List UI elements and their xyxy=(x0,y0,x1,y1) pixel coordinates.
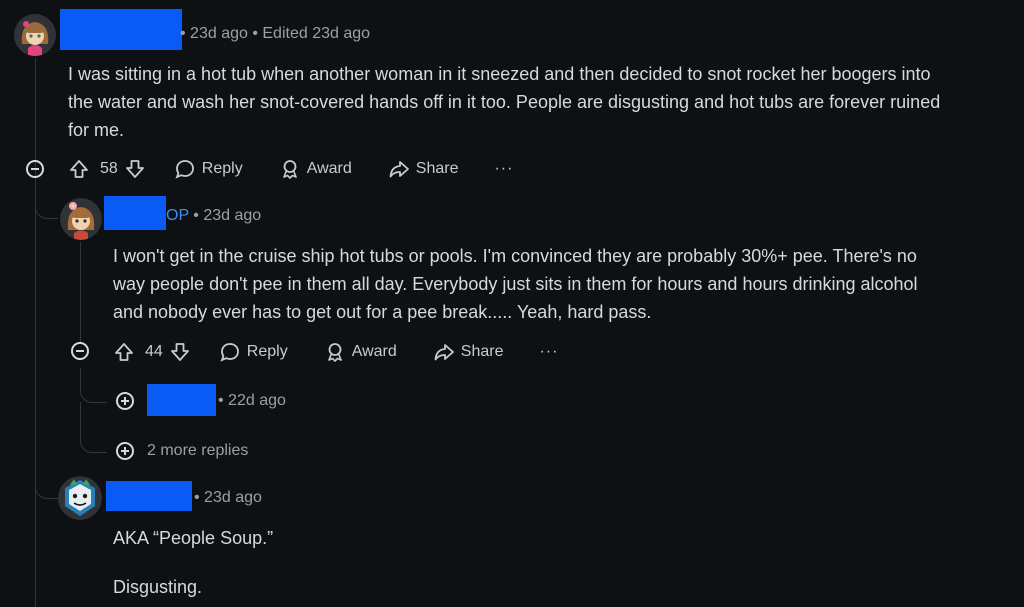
vote-count: 44 xyxy=(145,343,163,360)
comment-meta: • 23d ago xyxy=(194,489,262,506)
comment-body-line: and nobody ever has to get out for a pee… xyxy=(113,302,652,322)
comment-meta: • 23d ago • Edited 23d ago xyxy=(180,25,371,42)
expand-more-replies-button[interactable] xyxy=(116,442,134,460)
reply-label: Reply xyxy=(201,160,243,177)
comment-body-line: for me. xyxy=(68,120,125,140)
comment-body-line: Disgusting. xyxy=(113,577,203,597)
thread-elbow xyxy=(80,368,107,403)
share-button[interactable]: Share xyxy=(388,158,459,180)
minus-icon xyxy=(31,168,39,170)
award-button[interactable]: Award xyxy=(279,158,352,180)
comment-body-line: the water and wash her snot-covered hand… xyxy=(68,92,941,112)
username-redacted[interactable] xyxy=(104,196,166,230)
upvote-arrow-icon xyxy=(70,160,88,178)
expand-thread-button[interactable] xyxy=(116,392,134,410)
vote-count: 58 xyxy=(100,160,118,177)
downvote-button[interactable] xyxy=(169,341,191,363)
thread-elbow xyxy=(35,460,60,499)
award-label: Award xyxy=(306,160,352,177)
speech-bubble-icon xyxy=(175,160,194,179)
share-arrow-icon xyxy=(389,161,409,178)
avatar[interactable] xyxy=(14,14,56,56)
share-label: Share xyxy=(460,343,504,360)
reply-button[interactable]: Reply xyxy=(174,158,243,180)
speech-bubble-icon xyxy=(220,343,239,362)
username-redacted[interactable] xyxy=(106,481,192,511)
reply-button[interactable]: Reply xyxy=(219,341,288,363)
award-button[interactable]: Award xyxy=(324,341,397,363)
reply-label: Reply xyxy=(246,343,288,360)
avatar-girl-icon xyxy=(60,198,102,240)
share-arrow-icon xyxy=(434,344,454,361)
comment-body-line: AKA “People Soup.” xyxy=(113,528,274,548)
avatar[interactable] xyxy=(58,476,102,520)
share-label: Share xyxy=(415,160,459,177)
avatar[interactable] xyxy=(60,198,102,240)
comment-time: • 23d ago xyxy=(193,207,262,224)
avatar-creature-icon xyxy=(58,476,102,520)
award-label: Award xyxy=(351,343,397,360)
downvote-arrow-icon xyxy=(125,160,144,178)
thread-elbow xyxy=(80,402,107,453)
username-redacted[interactable] xyxy=(147,384,216,416)
comment-body-line: way people don't pee in them all day. Ev… xyxy=(113,274,918,294)
minus-icon xyxy=(76,350,84,352)
award-icon xyxy=(282,160,297,179)
downvote-arrow-icon xyxy=(170,343,189,361)
comment-body-line: I won't get in the cruise ship hot tubs … xyxy=(113,246,917,266)
collapse-thread-button[interactable] xyxy=(26,160,44,178)
thread-elbow xyxy=(35,180,58,219)
share-button[interactable]: Share xyxy=(433,341,504,363)
plus-icon xyxy=(121,447,129,455)
comment-meta: OP • 23d ago xyxy=(166,207,261,225)
comment-actions: 58 Reply Award Share ··· xyxy=(68,154,513,184)
thread-line-main xyxy=(35,58,36,607)
downvote-button[interactable] xyxy=(124,158,146,180)
more-options-button[interactable]: ··· xyxy=(494,160,513,178)
more-replies-link[interactable]: 2 more replies xyxy=(147,442,248,460)
comment-meta: • 22d ago xyxy=(218,392,286,409)
username-redacted[interactable] xyxy=(60,9,182,50)
upvote-arrow-icon xyxy=(115,343,133,361)
upvote-button[interactable] xyxy=(113,341,135,363)
upvote-button[interactable] xyxy=(68,158,90,180)
collapse-thread-button[interactable] xyxy=(71,342,89,360)
award-icon xyxy=(327,343,342,362)
comment-actions: 44 Reply Award Share ··· xyxy=(113,337,558,367)
avatar-girl-icon xyxy=(14,14,56,56)
more-options-button[interactable]: ··· xyxy=(539,343,558,361)
comment-body-line: I was sitting in a hot tub when another … xyxy=(68,64,931,84)
plus-icon xyxy=(121,397,129,405)
thread-line-reply xyxy=(80,242,81,342)
op-badge: OP xyxy=(166,207,189,224)
